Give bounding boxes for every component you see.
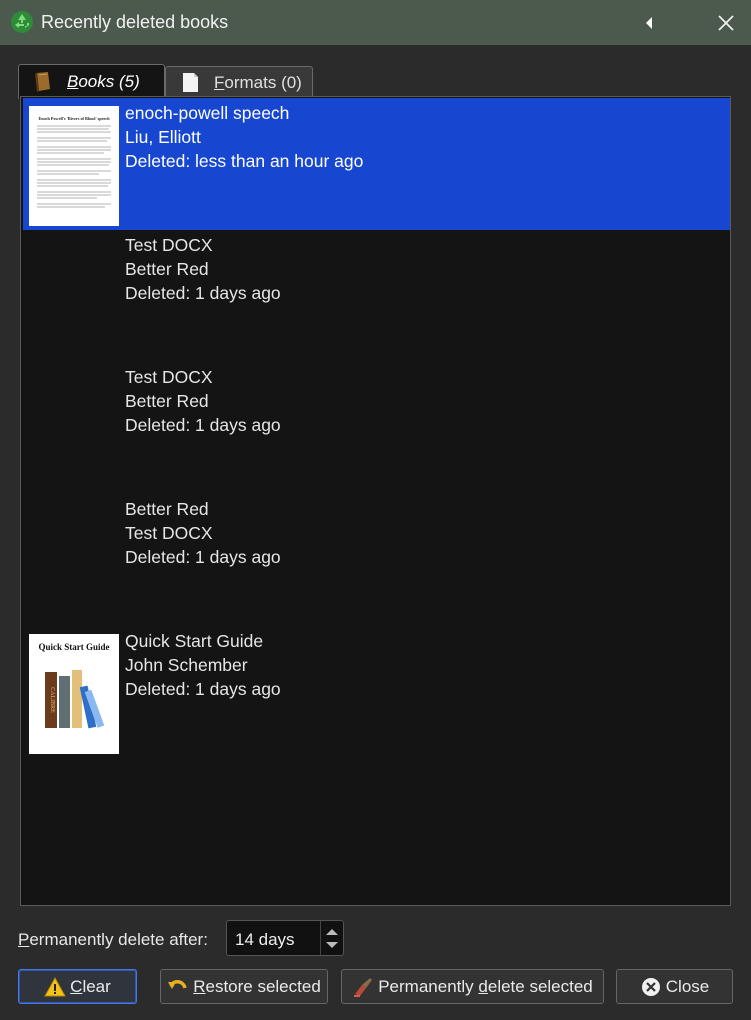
delete-after-label: Permanently delete after: (18, 930, 208, 949)
list-item[interactable]: Quick Start Guide CALIBRE Quick Start Gu… (23, 626, 730, 758)
close-circle-icon (641, 977, 660, 996)
page-icon (183, 72, 198, 92)
tab-formats[interactable]: Formats (0) (165, 66, 313, 98)
window-close-button[interactable] (711, 8, 741, 38)
book-cover: Quick Start Guide CALIBRE (29, 634, 119, 754)
list-item[interactable]: Enoch Powell's 'Rivers of Blood' speech (23, 98, 730, 230)
delete-after-spinbox[interactable]: 14 days (226, 920, 344, 956)
book-cover: Enoch Powell's 'Rivers of Blood' speech (29, 106, 119, 226)
clear-button[interactable]: Clear (18, 969, 137, 1004)
tab-books[interactable]: Books (5) (18, 64, 165, 99)
book-title: Better Red (125, 499, 209, 519)
book-deleted-time: Deleted: 1 days ago (125, 547, 281, 567)
book-title: enoch-powell speech (125, 103, 290, 123)
restore-label: Restore selected (193, 976, 321, 996)
book-author: Test DOCX (125, 523, 213, 543)
restore-selected-button[interactable]: Restore selected (160, 969, 328, 1004)
permanently-delete-button[interactable]: Permanently delete selected (341, 969, 604, 1004)
book-icon (35, 72, 50, 92)
deleted-books-list[interactable]: Enoch Powell's 'Rivers of Blood' speech (20, 96, 731, 906)
list-item[interactable]: Test DOCX Better Red Deleted: 1 days ago (23, 230, 730, 362)
recycle-icon (11, 11, 33, 33)
book-title: Quick Start Guide (125, 631, 264, 651)
trash-brush-icon (354, 977, 373, 997)
book-deleted-time: Deleted: 1 days ago (125, 679, 281, 699)
tab-books-label: Books (5) (67, 72, 140, 91)
book-deleted-time: Deleted: less than an hour ago (125, 151, 364, 171)
warning-icon (44, 976, 67, 996)
book-author: Liu, Elliott (125, 127, 201, 147)
spin-up-icon[interactable] (326, 929, 338, 935)
book-details: enoch-powell speech Liu, Elliott Deleted… (125, 101, 363, 173)
window-title: Recently deleted books (41, 12, 229, 32)
book-author: John Schember (125, 655, 248, 675)
collapse-button[interactable] (634, 8, 664, 38)
book-deleted-time: Deleted: 1 days ago (125, 283, 281, 303)
close-icon (718, 15, 734, 31)
tab-formats-label: Formats (0) (214, 72, 302, 92)
book-details: Better Red Test DOCX Deleted: 1 days ago (125, 497, 281, 569)
triangle-left-icon (646, 17, 652, 29)
book-deleted-time: Deleted: 1 days ago (125, 415, 281, 435)
cover-heading: Enoch Powell's 'Rivers of Blood' speech (38, 116, 110, 121)
delete-after-value: 14 days (235, 930, 295, 949)
close-button[interactable]: Close (616, 969, 733, 1004)
title-bar: Recently deleted books (0, 0, 751, 45)
book-author: Better Red (125, 259, 209, 279)
clear-label: Clear (70, 976, 111, 996)
list-item[interactable]: Test DOCX Better Red Deleted: 1 days ago (23, 362, 730, 494)
cover-quick-start: Quick Start Guide CALIBRE (29, 634, 119, 754)
book-title: Test DOCX (125, 367, 213, 387)
book-details: Quick Start Guide John Schember Deleted:… (125, 629, 281, 701)
book-details: Test DOCX Better Red Deleted: 1 days ago (125, 233, 281, 305)
book-title: Test DOCX (125, 235, 213, 255)
cover-heading: Quick Start Guide (38, 642, 109, 652)
spinbox-arrows (320, 921, 343, 955)
close-label: Close (665, 976, 710, 996)
undo-icon (168, 979, 187, 989)
spin-down-icon[interactable] (326, 942, 338, 948)
permanently-delete-label: Permanently delete selected (378, 976, 593, 996)
cover-spine-text: CALIBRE (49, 687, 55, 713)
cover-text-page: Enoch Powell's 'Rivers of Blood' speech (29, 106, 119, 226)
list-item[interactable]: Better Red Test DOCX Deleted: 1 days ago (23, 494, 730, 626)
book-details: Test DOCX Better Red Deleted: 1 days ago (125, 365, 281, 437)
book-author: Better Red (125, 391, 209, 411)
